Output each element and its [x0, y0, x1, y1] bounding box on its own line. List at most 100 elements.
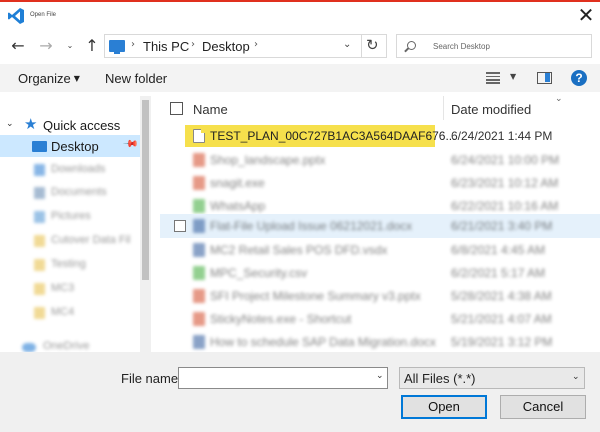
file-name: Shop_landscape.pptx: [210, 153, 326, 167]
close-icon[interactable]: ✕: [574, 5, 598, 27]
file-icon: [193, 176, 205, 190]
select-all-checkbox[interactable]: [170, 102, 183, 115]
sidebar-item-cutover-data[interactable]: Cutover Data Fil: [0, 230, 140, 252]
help-icon[interactable]: ?: [571, 70, 587, 86]
sidebar-item-label: Downloads: [51, 163, 106, 175]
search-icon: [407, 41, 416, 50]
chevron-down-icon[interactable]: ⌄: [376, 371, 384, 381]
sidebar-item-label: Desktop: [51, 139, 99, 154]
caret-down-icon: ▼: [73, 74, 80, 83]
file-name: Flat-File Upload Issue 06212021.docx: [210, 219, 413, 233]
view-options-caret-icon[interactable]: ▼: [510, 72, 516, 81]
refresh-icon[interactable]: ↻: [366, 36, 379, 54]
sidebar-item-label: MC3: [51, 282, 75, 294]
sidebar-item-label: Quick access: [43, 118, 121, 133]
sidebar-item-testing[interactable]: Testing: [0, 254, 140, 276]
command-toolbar: Organize ▼ New folder ▼ ?: [0, 64, 600, 92]
search-input[interactable]: [433, 39, 583, 53]
file-row[interactable]: snagit.exe 6/23/2021 10:12 AM: [160, 171, 600, 195]
file-row[interactable]: How to schedule SAP Data Migration.docx …: [160, 330, 600, 352]
back-arrow-icon[interactable]: ←: [8, 36, 28, 56]
window-title: Open File: [30, 12, 57, 18]
file-date: 6/21/2021 3:40 PM: [451, 219, 553, 233]
folder-icon: [34, 259, 45, 271]
file-row[interactable]: MC2 Retail Sales POS DFD.vsdx 6/8/2021 4…: [160, 238, 600, 262]
cloud-icon: [22, 343, 36, 352]
file-row[interactable]: Shop_landscape.pptx 6/24/2021 10:00 PM: [160, 148, 600, 172]
address-bar[interactable]: › This PC › Desktop › ⌄ ↻: [104, 34, 387, 58]
new-folder-button[interactable]: New folder: [105, 71, 167, 86]
breadcrumb-separator-icon[interactable]: ›: [254, 39, 258, 50]
file-date: 6/24/2021 10:00 PM: [451, 153, 560, 167]
row-checkbox[interactable]: [174, 220, 186, 232]
column-header-name[interactable]: Name: [193, 102, 228, 117]
sidebar-item-onedrive[interactable]: OneDrive: [0, 336, 140, 352]
sidebar-item-desktop[interactable]: Desktop 📌: [0, 135, 140, 157]
sort-caret-icon: ⌄: [555, 96, 563, 104]
sidebar-item-label: Pictures: [51, 210, 91, 222]
open-button[interactable]: Open: [401, 395, 487, 419]
file-date: 6/8/2021 4:45 AM: [451, 243, 546, 257]
file-name-input[interactable]: [183, 371, 363, 385]
address-dropdown-chevron-icon[interactable]: ⌄: [343, 39, 351, 50]
sidebar-item-label: MC4: [51, 306, 75, 318]
file-name: MC2 Retail Sales POS DFD.vsdx: [210, 243, 388, 257]
file-row-hover[interactable]: Flat-File Upload Issue 06212021.docx 6/2…: [160, 214, 600, 238]
file-type-filter-value: All Files (*.*): [404, 371, 476, 386]
sidebar-item-documents[interactable]: Documents: [0, 182, 140, 204]
file-row[interactable]: StickyNotes.exe - Shortcut 5/21/2021 4:0…: [160, 307, 600, 331]
folder-icon: [34, 164, 45, 176]
up-arrow-icon[interactable]: ↑: [82, 36, 102, 56]
dialog-footer: File name: ⌄ All Files (*.*) ⌄ Open Canc…: [0, 352, 600, 432]
file-row-selected[interactable]: TEST_PLAN_00C727B1AC3A564DAAF676... 6/24…: [160, 124, 600, 148]
sidebar-item-mc4[interactable]: MC4: [0, 302, 140, 324]
file-date: 6/24/2021 1:44 PM: [451, 129, 553, 143]
file-date: 5/28/2021 4:38 AM: [451, 289, 552, 303]
file-name-label: File name:: [121, 371, 182, 386]
file-icon: [193, 243, 205, 257]
sidebar-item-downloads[interactable]: Downloads: [0, 159, 140, 181]
folder-icon: [34, 307, 45, 319]
breadcrumb-separator-icon[interactable]: ›: [131, 39, 135, 50]
computer-icon: [109, 40, 125, 54]
file-row[interactable]: SFI Project Milestone Summary v3.pptx 5/…: [160, 284, 600, 308]
file-name-combobox[interactable]: ⌄: [178, 367, 388, 389]
breadcrumb-separator-icon[interactable]: ›: [191, 39, 195, 50]
navigation-pane: ⌄ ★ Quick access Desktop 📌 Downloads Doc…: [0, 96, 151, 352]
sidebar-item-quick-access[interactable]: ⌄ ★ Quick access: [0, 114, 140, 136]
column-divider[interactable]: [443, 96, 444, 120]
forward-arrow-icon[interactable]: →: [36, 36, 56, 56]
desktop-icon: [32, 141, 47, 152]
sidebar-scrollbar-thumb[interactable]: [142, 100, 149, 280]
folder-icon: [34, 235, 45, 247]
file-icon: [193, 289, 205, 303]
file-icon: [193, 153, 205, 167]
file-date: 6/23/2021 10:12 AM: [451, 176, 559, 190]
recent-locations-chevron-icon[interactable]: ⌄: [64, 36, 76, 56]
folder-icon: [34, 211, 45, 223]
sidebar-item-mc3[interactable]: MC3: [0, 278, 140, 300]
breadcrumb-desktop[interactable]: Desktop: [202, 39, 250, 54]
file-row[interactable]: MPC_Security.csv 6/2/2021 5:17 AM: [160, 261, 600, 285]
file-name: WhatsApp: [210, 199, 266, 213]
sidebar-item-pictures[interactable]: Pictures: [0, 206, 140, 228]
file-icon: [193, 335, 205, 349]
folder-icon: [34, 283, 45, 295]
breadcrumb-this-pc[interactable]: This PC: [143, 39, 189, 54]
search-box[interactable]: [396, 34, 592, 58]
file-icon: [193, 199, 205, 213]
organize-menu[interactable]: Organize ▼: [18, 71, 80, 86]
sidebar-item-label: Cutover Data Fil: [51, 234, 131, 246]
column-header-date-modified[interactable]: Date modified: [451, 102, 531, 117]
sidebar-item-label: OneDrive: [43, 340, 90, 352]
sidebar-item-label: Documents: [51, 186, 107, 198]
chevron-down-icon: ⌄: [572, 372, 580, 382]
file-type-filter-select[interactable]: All Files (*.*) ⌄: [399, 367, 585, 389]
expand-chevron-icon[interactable]: ⌄: [6, 119, 14, 129]
address-divider: [361, 35, 362, 57]
cancel-button[interactable]: Cancel: [500, 395, 586, 419]
file-icon: [193, 266, 205, 280]
file-list: Name Date modified ⌄ TEST_PLAN_00C727B1A…: [160, 96, 600, 352]
preview-pane-icon[interactable]: [537, 72, 552, 84]
details-view-icon[interactable]: [486, 72, 500, 84]
